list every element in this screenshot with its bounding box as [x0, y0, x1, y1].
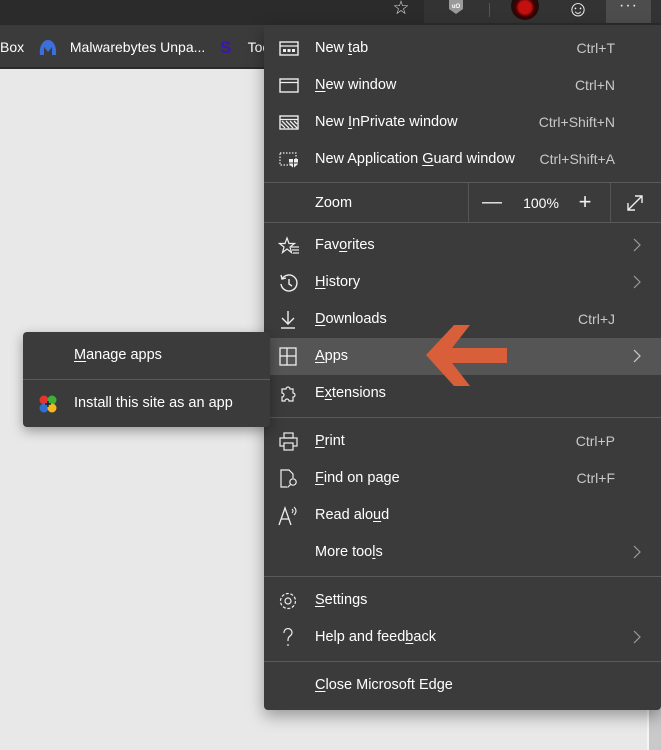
apps-submenu: Manage apps Install this site as an app: [23, 332, 270, 427]
annotation-arrow: [426, 325, 507, 386]
menu-item-shortcut: Ctrl+T: [576, 40, 616, 56]
menu-item-label: History: [315, 274, 361, 290]
chevron-right-icon: [633, 630, 641, 644]
zoom-separator: [610, 183, 611, 223]
menu-item-history[interactable]: History: [270, 264, 661, 301]
submenu-item-label: Manage apps: [74, 347, 162, 363]
chevron-right-icon: [633, 545, 641, 559]
menu-item-new-window[interactable]: New window Ctrl+N: [270, 67, 661, 104]
menu-item-label: New window: [315, 77, 397, 93]
zoom-value: 100%: [523, 195, 559, 211]
menu-item-label: New Application Guard window: [315, 151, 515, 167]
menu-item-label: Downloads: [315, 311, 387, 327]
zoom-separator: [468, 183, 469, 223]
menu-item-label: Apps: [315, 348, 349, 364]
read-aloud-icon: [278, 506, 297, 526]
menu-item-shortcut: Ctrl+F: [576, 470, 616, 486]
submenu-item-label: Install this site as an app: [74, 395, 233, 411]
menu-item-label: New tab: [315, 40, 369, 56]
settings-icon: [279, 592, 297, 610]
menu-item-shortcut: Ctrl+P: [575, 433, 615, 449]
menu-item-label: Read aloud: [315, 507, 390, 523]
menu-item-shortcut: Ctrl+Shift+A: [539, 151, 615, 167]
bookmark-malwarebytes[interactable]: Malwarebytes Unpa...: [38, 25, 205, 69]
find-on-page-icon: [280, 469, 297, 488]
address-bar-area: [0, 0, 424, 23]
menu-item-label: Help and feedback: [315, 629, 436, 645]
menu-item-print[interactable]: Print Ctrl+P: [270, 423, 661, 460]
new-window-icon: [279, 78, 299, 93]
history-icon: [280, 274, 298, 292]
chevron-right-icon: [633, 275, 641, 289]
menu-item-shortcut: Ctrl+Shift+N: [538, 114, 615, 130]
menu-item-new-tab[interactable]: New tab Ctrl+T: [270, 30, 661, 67]
menu-item-more-tools[interactable]: More tools: [270, 534, 661, 571]
ublock-origin-icon[interactable]: uO: [448, 0, 464, 16]
menu-divider: [264, 576, 661, 577]
toolbar-separator: [489, 3, 490, 17]
print-icon: [279, 432, 298, 451]
menu-item-new-application-guard-window[interactable]: New Application Guard window Ctrl+Shift+…: [270, 141, 661, 178]
submenu-item-install-site-as-app[interactable]: Install this site as an app: [23, 380, 270, 427]
malwarebytes-icon: [39, 40, 57, 56]
feedback-smiley-icon[interactable]: ☺: [566, 0, 590, 21]
menu-item-settings[interactable]: Settings: [270, 582, 661, 619]
menu-item-label: Settings: [315, 592, 368, 608]
bookmark-label: Box: [0, 39, 25, 55]
apps-icon: [279, 347, 297, 366]
svg-text:uO: uO: [452, 4, 461, 10]
menu-item-label: New InPrivate window: [315, 114, 458, 130]
browser-toolbar: ☆ uO ☺ ···: [0, 0, 661, 25]
menu-item-favorites[interactable]: Favorites: [270, 227, 661, 264]
bookmark-toc[interactable]: S Toc: [220, 25, 269, 69]
add-favorite-icon[interactable]: ☆: [390, 0, 412, 20]
application-guard-icon: [279, 152, 298, 168]
chevron-right-icon: [633, 238, 641, 252]
menu-item-label: Favorites: [315, 237, 375, 253]
chevron-right-icon: [633, 349, 641, 363]
zoom-control: Zoom — 100% +: [264, 183, 661, 223]
menu-item-help-and-feedback[interactable]: Help and feedback: [270, 619, 661, 656]
downloads-icon: [281, 311, 295, 329]
favorites-icon: [278, 236, 299, 255]
settings-more-button[interactable]: ···: [606, 0, 651, 23]
menu-item-close-microsoft-edge[interactable]: Close Microsoft Edge: [270, 667, 661, 704]
menu-item-shortcut: Ctrl+J: [578, 311, 615, 327]
menu-item-label: Extensions: [315, 385, 386, 401]
menu-item-label: Close Microsoft Edge: [315, 677, 453, 693]
bookmark-label: Malwarebytes Unpa...: [69, 39, 206, 55]
menu-item-new-inprivate-window[interactable]: New InPrivate window Ctrl+Shift+N: [270, 104, 661, 141]
fullscreen-icon[interactable]: [624, 193, 646, 213]
menu-divider: [264, 417, 661, 418]
menu-item-label: Print: [315, 433, 345, 449]
zoom-label: Zoom: [315, 195, 353, 211]
install-app-icon: [39, 395, 57, 413]
new-tab-icon: [279, 41, 299, 56]
menu-item-read-aloud[interactable]: Read aloud: [270, 497, 661, 534]
menu-divider: [264, 222, 661, 223]
menu-item-label: Find on page: [315, 470, 400, 486]
menu-item-label: More tools: [315, 544, 383, 560]
bookmark-box[interactable]: Box: [0, 25, 24, 69]
menu-item-find-on-page[interactable]: Find on page Ctrl+F: [270, 460, 661, 497]
extensions-icon: [281, 386, 296, 402]
zoom-in-button[interactable]: +: [574, 183, 596, 223]
menu-item-shortcut: Ctrl+N: [574, 77, 615, 93]
help-icon: [283, 628, 293, 646]
zoom-out-button[interactable]: —: [481, 183, 503, 223]
s-icon: S: [220, 38, 232, 58]
menu-divider: [264, 661, 661, 662]
submenu-item-manage-apps[interactable]: Manage apps: [23, 332, 270, 379]
inprivate-icon: [279, 115, 299, 130]
